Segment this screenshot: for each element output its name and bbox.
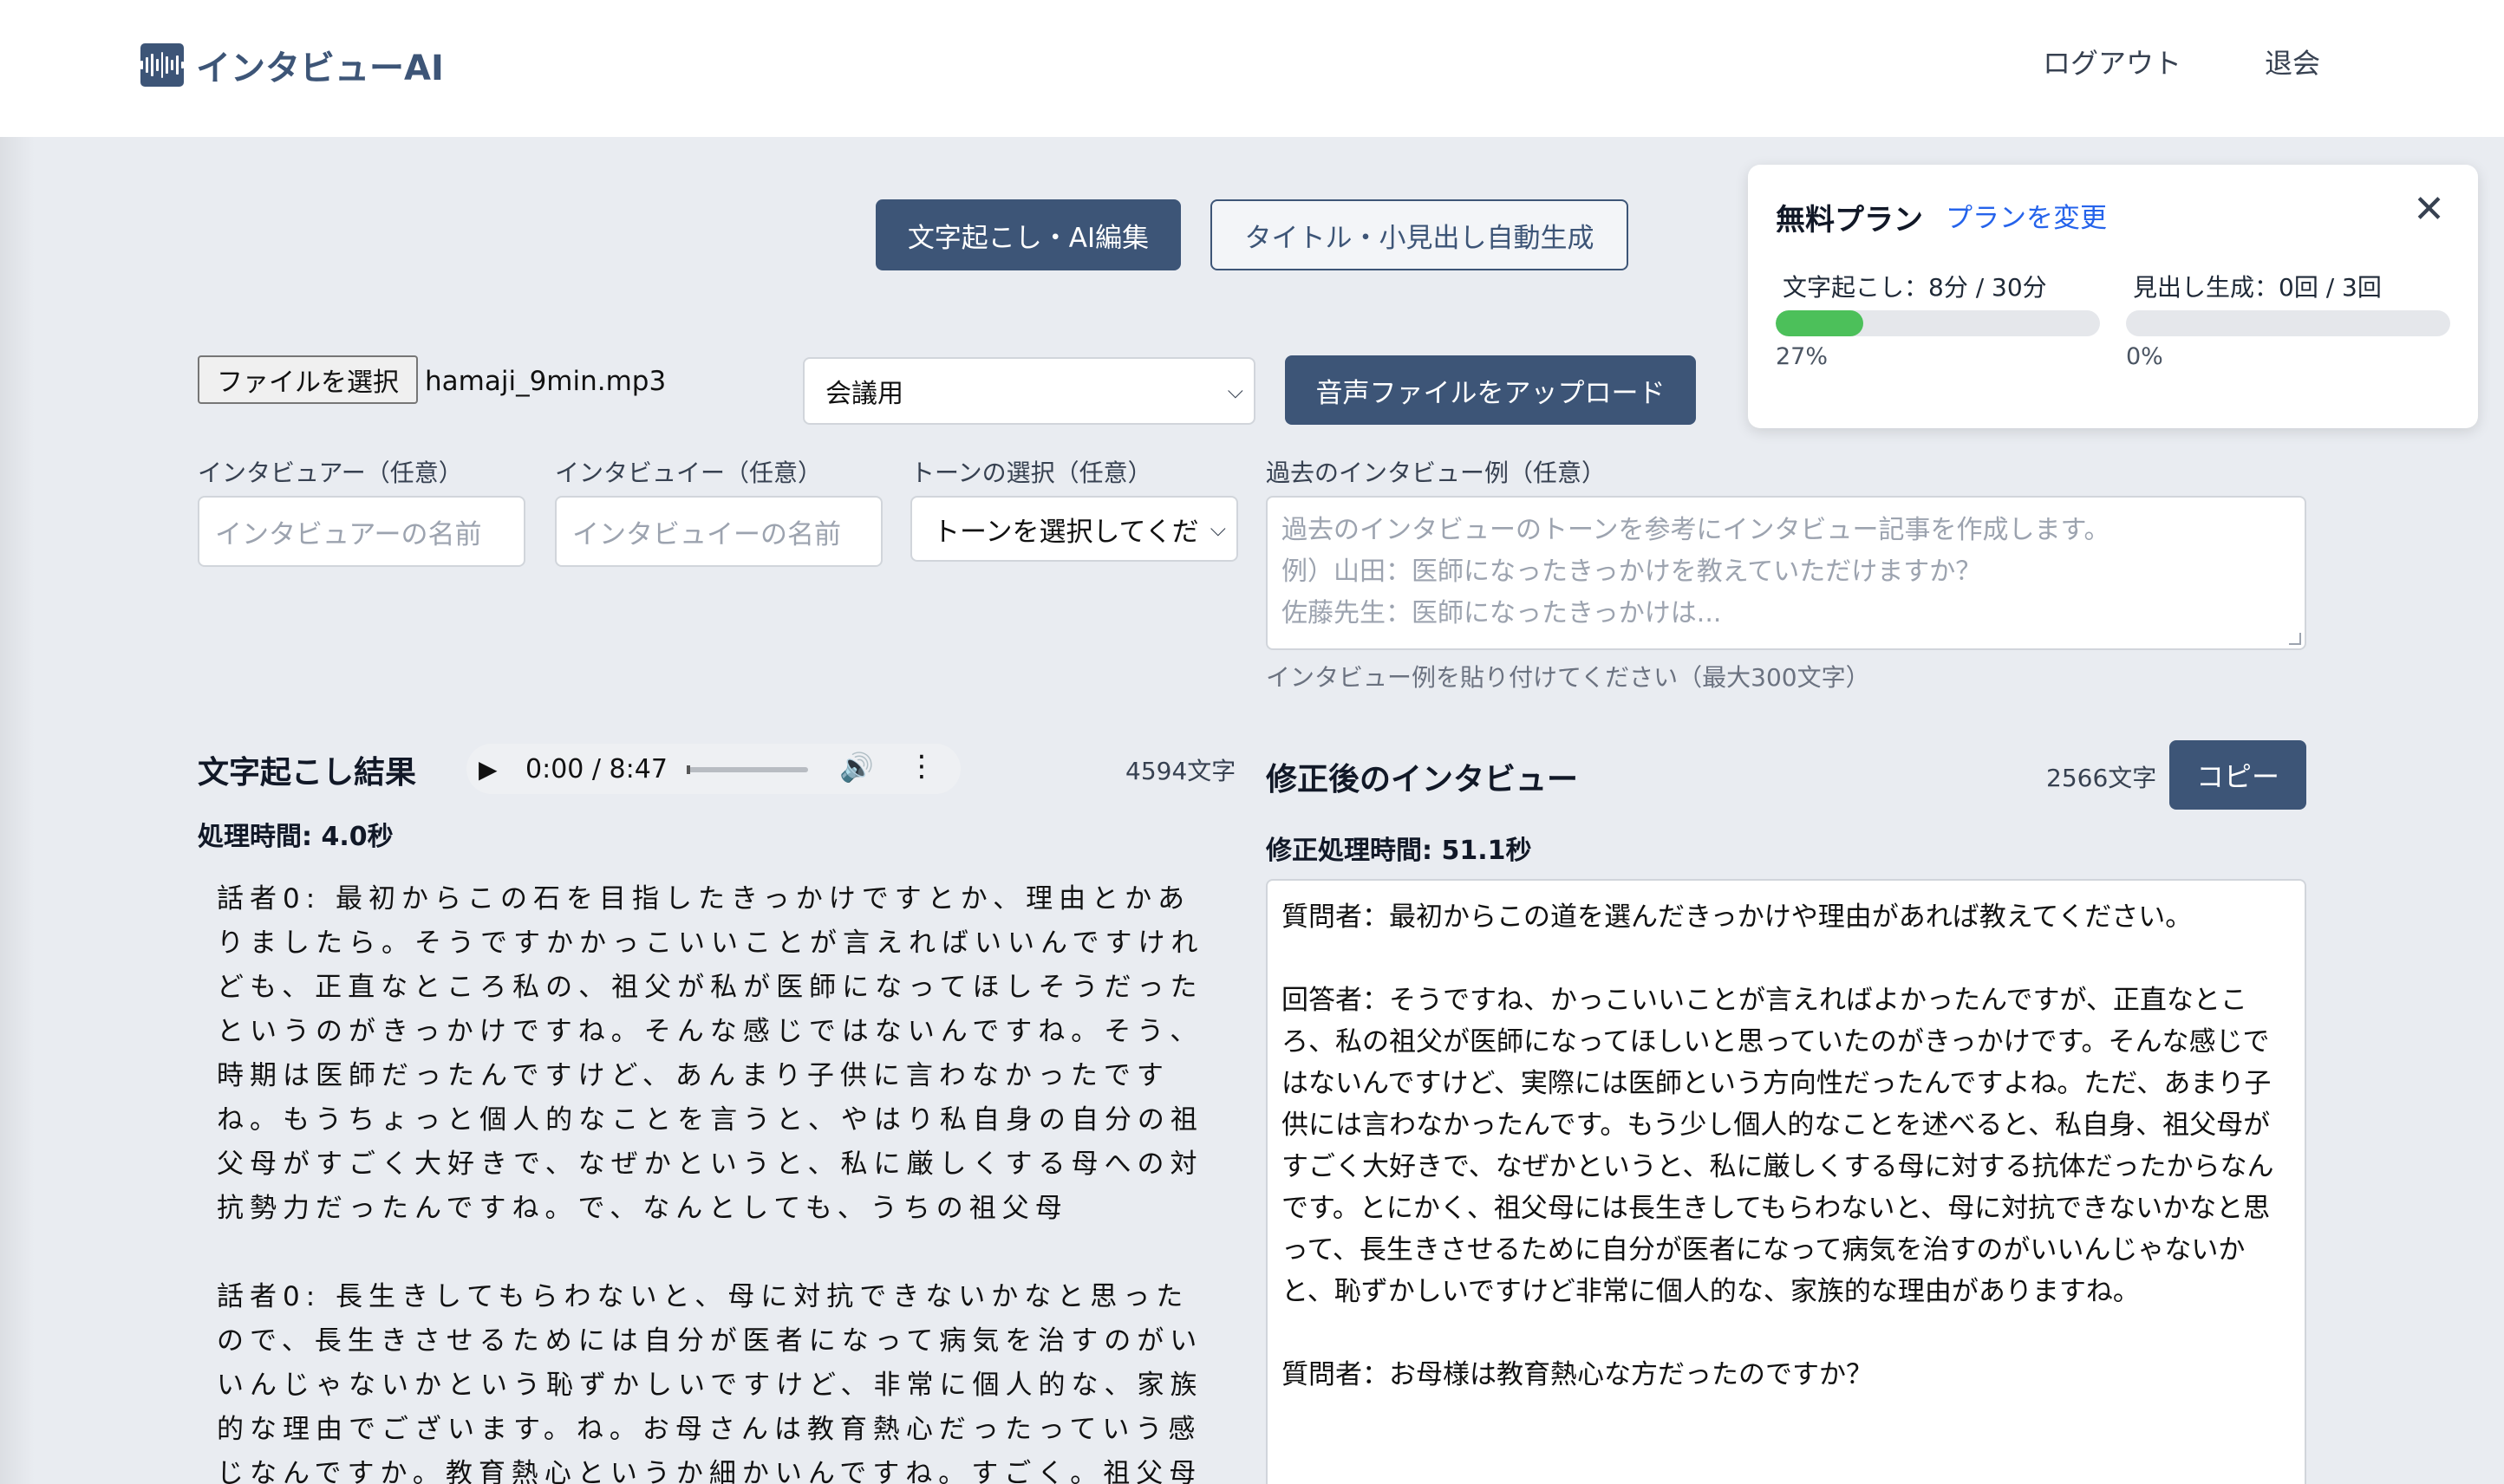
selected-file-name: hamaji_9min.mp3	[425, 366, 667, 397]
upload-audio-button[interactable]: 音声ファイルをアップロード	[1285, 355, 1696, 425]
resize-handle[interactable]	[2289, 633, 2301, 645]
transcript-paragraph: 話者0: 最初からこの石を目指したきっかけですとか、理由とかありましたら。そうで…	[217, 883, 1204, 1224]
edited-paragraph: 質問者：最初からこの道を選んだきっかけや理由があれば教えてください。	[1281, 901, 2193, 933]
audio-player[interactable]: ▶ 0:00 / 8:47 🔊 ⋮	[466, 744, 961, 794]
headline-quota-label: 見出し生成：0回 / 3回	[2133, 273, 2382, 302]
withdraw-link[interactable]: 退会	[2265, 42, 2320, 81]
interviewer-label: インタビュアー（任意）	[198, 459, 463, 487]
seek-bar[interactable]	[688, 767, 808, 772]
interviewer-input[interactable]: インタビュアーの名前	[198, 496, 525, 567]
close-icon[interactable]: ✕	[2413, 187, 2445, 231]
edited-interview-text[interactable]: 質問者：最初からこの道を選んだきっかけや理由があれば教えてください。 回答者：そ…	[1266, 879, 2306, 1484]
headline-progress-bar	[2126, 310, 2450, 336]
transcription-quota-label: 文字起こし：8分 / 30分	[1783, 273, 2047, 302]
app-logo[interactable]: インタビューAI	[140, 40, 444, 90]
plan-usage-card: 無料プラン プランを変更 ✕ 文字起こし：8分 / 30分 27% 見出し生成：…	[1748, 165, 2478, 428]
app-name: インタビューAI	[196, 49, 444, 88]
transcript-char-count: 4594文字	[1125, 757, 1236, 785]
examples-placeholder-line-1: 過去のインタビューのトーンを参考にインタビュー記事を作成します。	[1281, 515, 2110, 545]
chevron-down-icon: ⌵	[1227, 379, 1243, 403]
choose-file-button[interactable]: ファイルを選択	[198, 355, 418, 404]
transcription-progress-bar	[1776, 310, 2100, 336]
edited-title: 修正後のインタビュー	[1266, 762, 1579, 797]
examples-hint: インタビュー例を貼り付けてください（最大300文字）	[1266, 663, 1870, 692]
change-plan-link[interactable]: プランを変更	[1946, 196, 2107, 235]
chevron-down-icon: ⌵	[1210, 517, 1226, 541]
volume-icon[interactable]: 🔊	[839, 751, 874, 784]
copy-button[interactable]: コピー	[2169, 740, 2306, 810]
page-edge-shadow	[0, 0, 35, 1484]
top-header: インタビューAI ログアウト 退会	[0, 0, 2504, 137]
player-time: 0:00 / 8:47	[525, 754, 668, 784]
examples-placeholder-line-2: 例）山田：医師になったきっかけを教えていただけますか？	[1281, 556, 1982, 587]
tone-select-value: トーンを選択してくだ	[933, 516, 1199, 548]
plan-title: 無料プラン	[1776, 203, 1923, 238]
seek-handle[interactable]	[687, 765, 690, 774]
transcription-percent: 27%	[1776, 343, 1829, 370]
edited-processing-time: 修正処理時間: 51.1秒	[1266, 836, 1532, 866]
transcription-progress-fill	[1776, 310, 1863, 336]
transcript-text: 話者0: 最初からこの石を目指したきっかけですとか、理由とかありましたら。そうで…	[198, 877, 1238, 1484]
more-vertical-icon[interactable]: ⋮	[907, 749, 936, 784]
mode-title-generation-button[interactable]: タイトル・小見出し自動生成	[1210, 199, 1628, 270]
edited-paragraph: 回答者：そうですね、かっこいいことが言えればよかったんですが、正直なところ、私の…	[1281, 985, 2274, 1307]
examples-label: 過去のインタビュー例（任意）	[1266, 459, 1607, 487]
logout-link[interactable]: ログアウト	[2043, 42, 2181, 81]
tone-label: トーンの選択（任意）	[910, 459, 1152, 487]
headline-percent: 0%	[2126, 343, 2163, 370]
waveform-icon	[140, 43, 185, 87]
edited-paragraph: 質問者：お母様は教育熱心な方だったのですか？	[1281, 1359, 1873, 1390]
examples-placeholder-line-3: 佐藤先生：医師になったきっかけは...	[1281, 598, 1722, 628]
interviewee-label: インタビュイー（任意）	[555, 459, 823, 487]
play-icon[interactable]: ▶	[479, 755, 498, 784]
interviewee-input[interactable]: インタビュイーの名前	[555, 496, 883, 567]
transcript-paragraph: 話者0: 長生きしてもらわないと、母に対抗できないかなと思ったので、長生きさせる…	[217, 1281, 1203, 1484]
mode-transcribe-edit-button[interactable]: 文字起こし・AI編集	[876, 199, 1181, 270]
purpose-select-value: 会議用	[825, 379, 903, 409]
examples-textarea[interactable]: 過去のインタビューのトーンを参考にインタビュー記事を作成します。 例）山田：医師…	[1266, 496, 2306, 650]
tone-select[interactable]: トーンを選択してくだ ⌵	[910, 496, 1238, 562]
purpose-select[interactable]: 会議用 ⌵	[803, 357, 1255, 425]
edited-char-count: 2566文字	[2046, 764, 2157, 792]
transcript-processing-time: 処理時間: 4.0秒	[198, 822, 394, 852]
transcript-title: 文字起こし結果	[198, 755, 417, 791]
